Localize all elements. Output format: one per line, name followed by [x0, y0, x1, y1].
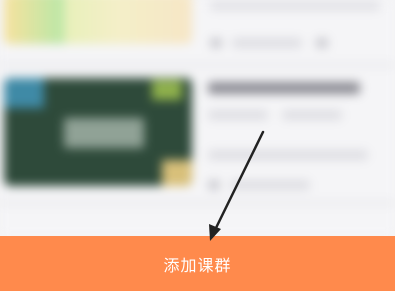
divider — [0, 62, 395, 68]
course-thumbnail — [4, 78, 192, 186]
course-meta-icon — [210, 38, 222, 48]
course-title — [208, 82, 360, 94]
divider — [0, 200, 395, 206]
course-info — [282, 110, 342, 120]
course-list — [0, 0, 395, 236]
course-meta-icon — [208, 180, 220, 190]
add-course-group-button[interactable]: 添加课群 — [0, 236, 395, 291]
course-meta-icon — [316, 38, 328, 48]
course-teacher — [208, 110, 268, 120]
course-thumbnail — [4, 0, 192, 44]
add-course-group-label: 添加课群 — [163, 255, 232, 275]
course-meta — [232, 38, 302, 48]
course-info — [208, 150, 368, 160]
course-subtitle — [210, 2, 380, 10]
course-meta — [230, 180, 310, 190]
